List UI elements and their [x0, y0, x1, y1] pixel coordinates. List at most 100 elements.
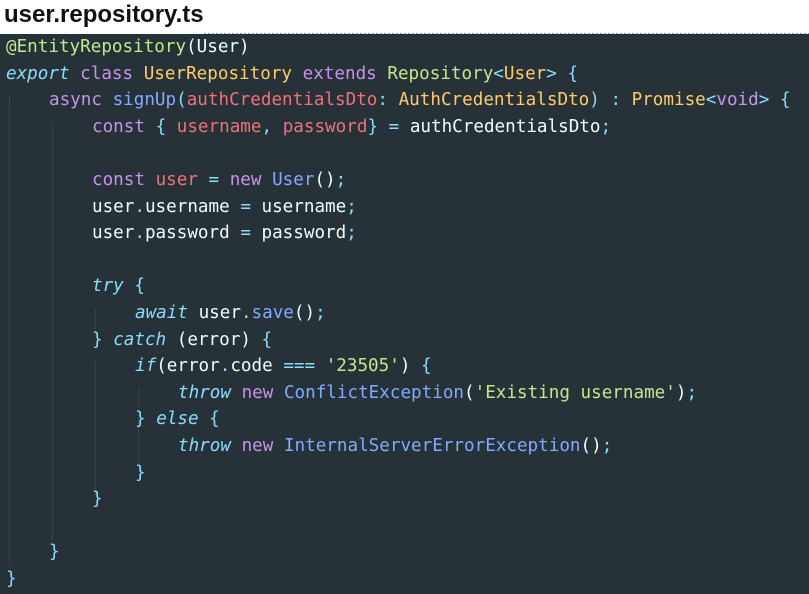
keyword: throw — [178, 382, 231, 403]
paren: ) — [589, 90, 600, 111]
operator: = — [240, 196, 251, 217]
function-name: save — [251, 303, 294, 323]
code-line-6: const user = new User(); — [92, 167, 346, 194]
identifier: password — [261, 223, 347, 244]
file-title: user.repository.ts — [0, 0, 809, 34]
punctuation: , — [261, 116, 273, 137]
class-name: User — [272, 170, 315, 190]
code-line-1: @EntityRepository(User) — [6, 34, 250, 61]
class-name: UserRepository — [143, 63, 293, 84]
decorator: @EntityRepository — [6, 37, 187, 57]
identifier: user — [92, 196, 135, 217]
code-line-15: } else { — [135, 406, 220, 433]
punctuation: ; — [601, 436, 613, 456]
identifier: error — [187, 329, 241, 350]
indent-guide — [52, 123, 53, 539]
punctuation: . — [134, 196, 145, 217]
punctuation: > — [546, 63, 557, 84]
property: code — [230, 356, 273, 377]
brace: { — [134, 276, 145, 297]
paren: ( — [176, 90, 187, 111]
paren: () — [293, 303, 316, 323]
brace: } — [135, 409, 146, 430]
operator: = — [240, 223, 251, 244]
punctuation: . — [219, 356, 231, 377]
keyword: throw — [178, 436, 231, 456]
brace: } — [6, 569, 17, 589]
keyword: const — [92, 170, 145, 190]
brace: { — [421, 356, 432, 377]
class-name: ConflictException — [283, 382, 465, 403]
punctuation: ; — [346, 223, 357, 244]
punctuation: ; — [315, 303, 326, 323]
punctuation: ; — [600, 116, 612, 137]
paren: ( — [464, 382, 475, 403]
keyword: new — [241, 382, 274, 403]
code-line-17: } — [135, 460, 146, 487]
punctuation: < — [493, 63, 504, 84]
keyword: export — [6, 63, 70, 84]
keyword: new — [241, 436, 274, 456]
keyword: else — [156, 409, 199, 430]
keyword: class — [80, 63, 134, 84]
brace: } — [367, 116, 379, 137]
punctuation: . — [134, 223, 145, 244]
code-line-11: await user.save(); — [135, 300, 326, 327]
indent-guide — [9, 96, 10, 566]
code-line-10: try { — [92, 273, 145, 300]
brace: } — [92, 329, 103, 350]
punctuation: : — [610, 90, 622, 111]
function-name: signUp — [112, 90, 177, 111]
paren: () — [580, 436, 602, 456]
code-editor[interactable]: @EntityRepository(User) export class Use… — [0, 34, 809, 594]
code-line-20: } — [49, 539, 60, 566]
code-line-18: } — [92, 486, 103, 513]
variable: user — [155, 170, 198, 190]
property: password — [144, 223, 230, 244]
operator: = — [208, 170, 220, 190]
keyword: new — [229, 170, 262, 190]
brace: { — [779, 90, 791, 111]
code-line-3: async signUp(authCredentialsDto: AuthCre… — [49, 87, 791, 114]
keyword: try — [92, 276, 124, 297]
punctuation: : — [377, 90, 388, 111]
punctuation: ; — [686, 382, 698, 403]
paren: ) — [399, 356, 411, 377]
keyword: catch — [113, 329, 167, 350]
paren: () — [314, 170, 336, 190]
identifier: user — [198, 303, 241, 323]
brace: } — [135, 462, 146, 483]
operator: === — [283, 356, 316, 377]
code-line-16: throw new InternalServerErrorException()… — [178, 433, 612, 460]
type-name: User — [503, 63, 547, 84]
punctuation: . — [240, 303, 252, 323]
punctuation: > — [758, 90, 770, 111]
paren: ) — [240, 329, 251, 350]
identifier: user — [92, 223, 135, 244]
parameter: authCredentialsDto — [186, 90, 378, 111]
keyword: await — [135, 303, 188, 323]
keyword: async — [49, 90, 102, 111]
brace: { — [209, 409, 220, 430]
type-name: AuthCredentialsDto — [398, 90, 590, 111]
code-line-21: } — [6, 566, 17, 593]
type-name: void — [716, 90, 759, 111]
type-name: Promise — [631, 90, 706, 111]
variable: password — [282, 116, 368, 137]
brace: } — [49, 542, 60, 563]
punctuation: ; — [335, 170, 347, 190]
code-line-13: if(error.code === '23505') { — [135, 353, 432, 380]
brace: { — [567, 63, 579, 84]
variable: username — [176, 116, 262, 137]
code-line-4: const { username, password} = authCreden… — [92, 114, 611, 141]
brace: { — [261, 329, 273, 350]
punctuation: ; — [346, 196, 357, 217]
paren: ) — [675, 382, 687, 403]
paren: ( — [156, 356, 167, 377]
keyword: extends — [302, 63, 377, 84]
property: username — [144, 196, 230, 217]
operator: = — [388, 116, 400, 137]
indent-guide — [95, 362, 96, 497]
brace: { — [155, 116, 167, 137]
identifier: error — [166, 356, 220, 377]
